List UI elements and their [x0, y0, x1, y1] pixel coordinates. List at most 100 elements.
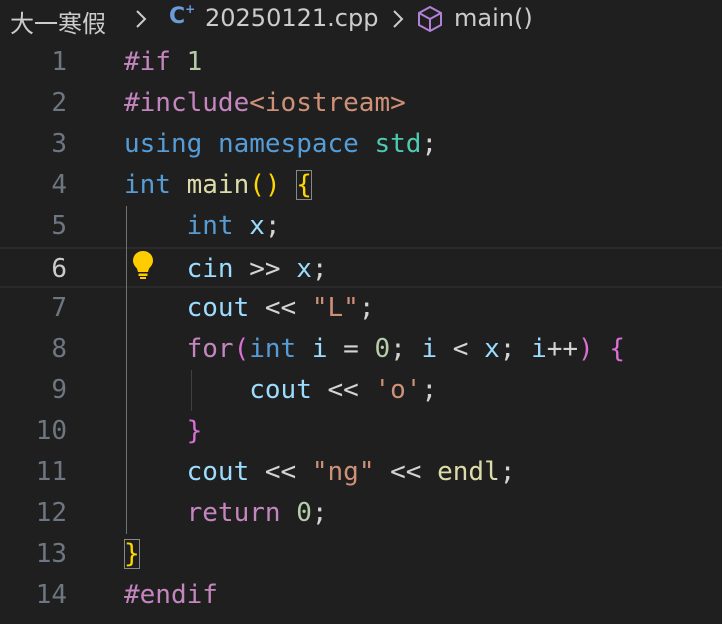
breadcrumb: 大一寒假 C+ 20250121.cpp main() [0, 0, 722, 42]
code-token: i [531, 334, 547, 364]
code-editor[interactable]: 14 #endif 13} 12 return 0; 11 cout << "ng" <… [0, 42, 722, 624]
code-token: << [374, 457, 438, 487]
code-token: <iostream> [249, 88, 406, 118]
code-token: cout [186, 293, 250, 323]
breadcrumb-folder[interactable]: 大一寒假 [10, 4, 106, 39]
code-token: namespace [217, 129, 359, 159]
code-line[interactable]: 12 return 0; [0, 493, 722, 534]
code-token: ; [499, 334, 532, 364]
code-line[interactable]: 10 } [0, 411, 722, 452]
code-text: return 0; [124, 493, 328, 534]
code-token: ( [233, 334, 250, 364]
code-token: () [249, 170, 281, 200]
code-token: i [311, 334, 328, 364]
code-token: ; [390, 334, 422, 364]
code-token: "L" [311, 293, 359, 323]
code-token: } [124, 539, 140, 569]
code-token: #include [124, 88, 250, 118]
code-token: << [249, 457, 312, 487]
code-token: endl [437, 457, 500, 487]
code-token: std [374, 129, 422, 159]
code-line[interactable]: 1 #if 1 [0, 42, 722, 83]
code-text: } [124, 411, 203, 452]
code-token: int [124, 170, 171, 200]
line-number: 8 [51, 334, 67, 364]
code-token: x [249, 211, 265, 241]
code-text: #endif [124, 575, 218, 616]
lightbulb-icon[interactable] [131, 249, 155, 283]
code-token: << [311, 375, 375, 405]
code-text: int x; [124, 206, 281, 247]
code-token: >> [233, 254, 297, 284]
code-text: #include<iostream> [124, 83, 406, 124]
code-token: i [421, 334, 438, 364]
code-text: } [124, 534, 140, 575]
code-text: cout << "ng" << endl; [124, 452, 516, 493]
line-number: 1 [51, 47, 67, 77]
cube-symbol-icon [416, 5, 444, 33]
code-token: } [186, 416, 203, 446]
code-token: ) [578, 334, 594, 364]
code-line[interactable]: 9 cout << 'o'; [0, 370, 722, 411]
line-number: 10 [35, 416, 67, 446]
line-number: 6 [51, 254, 67, 284]
code-token: ; [311, 498, 328, 528]
code-line[interactable]: 6 cin >> x; [0, 247, 722, 288]
code-token: 0 [374, 334, 391, 364]
line-number: 2 [51, 88, 67, 118]
code-token: using [124, 129, 203, 159]
code-token: cout [186, 457, 250, 487]
line-number: 11 [35, 457, 67, 487]
code-text: #if 1 [124, 42, 202, 83]
line-number: 14 [35, 580, 67, 610]
code-line[interactable]: 3 using namespace std; [0, 124, 722, 165]
code-line[interactable]: 13} [0, 534, 722, 575]
code-token: return [186, 498, 281, 528]
code-token: x [484, 334, 500, 364]
breadcrumb-file[interactable]: 20250121.cpp [205, 4, 378, 32]
code-text: cout << "L"; [124, 288, 375, 329]
code-token: #endif [124, 580, 218, 610]
code-token: { [296, 170, 312, 200]
code-token: < [437, 334, 485, 364]
code-line[interactable]: 8 for(int i = 0; i < x; i++) { [0, 329, 722, 370]
code-text: for(int i = 0; i < x; i++) { [124, 329, 625, 370]
code-token: x [296, 254, 312, 284]
code-text: using namespace std; [124, 124, 437, 165]
code-token: ; [264, 211, 281, 241]
code-line[interactable]: 5 int x; [0, 206, 722, 247]
line-number: 13 [35, 539, 67, 569]
indent-guide [191, 370, 192, 411]
code-line[interactable]: 2 #include<iostream> [0, 83, 722, 124]
code-line[interactable]: 4 int main() { [0, 165, 722, 206]
code-token: = [327, 334, 375, 364]
code-token: "ng" [311, 457, 375, 487]
code-token: ; [358, 293, 375, 323]
code-token: #if [124, 47, 171, 77]
code-token: ; [311, 254, 328, 284]
breadcrumb-symbol[interactable]: main() [454, 4, 533, 32]
code-line[interactable]: 11 cout << "ng" << endl; [0, 452, 722, 493]
line-number: 7 [51, 293, 67, 323]
code-text: int main() { [124, 165, 312, 206]
code-line[interactable]: 7 cout << "L"; [0, 288, 722, 329]
chevron-right-icon [134, 6, 148, 32]
code-line[interactable]: 14 #endif [0, 575, 722, 616]
indent-guide [126, 206, 127, 534]
code-token: ++ [546, 334, 579, 364]
code-token: 0 [296, 498, 312, 528]
